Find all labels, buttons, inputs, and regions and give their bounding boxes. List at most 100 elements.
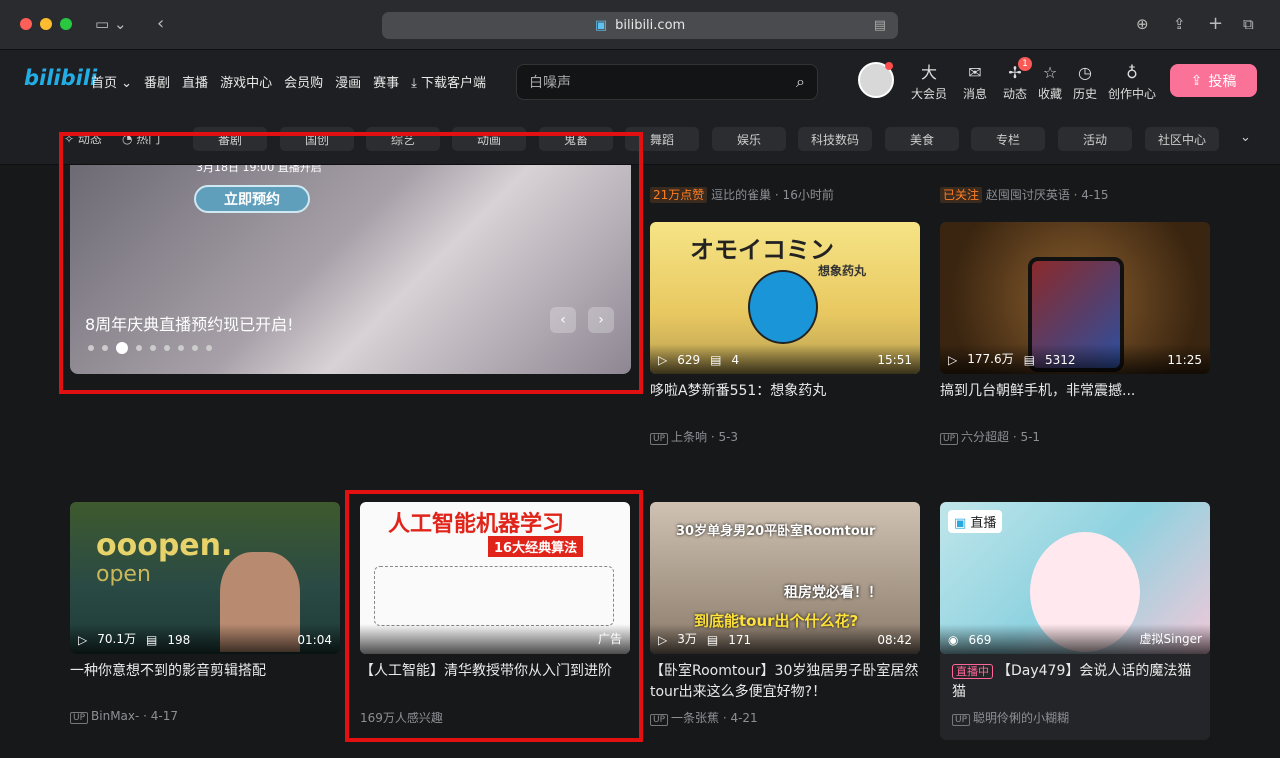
online-indicator bbox=[885, 62, 893, 70]
download-icon[interactable]: ⊕ bbox=[1136, 15, 1149, 33]
expand-categories-icon[interactable]: ⌄ bbox=[1240, 130, 1251, 145]
video-title[interactable]: 一种你意想不到的影音剪辑搭配 bbox=[70, 661, 340, 682]
nav-item[interactable]: 游戏中心 bbox=[220, 72, 272, 91]
sidebar-toggle-icon[interactable]: ▭ ⌄ bbox=[95, 15, 127, 33]
danmaku-count: 5312 bbox=[1044, 353, 1076, 367]
uploader-name: 上条响 · 5-3 bbox=[671, 430, 739, 444]
nav-item[interactable]: 番剧 bbox=[144, 72, 170, 91]
clock-icon: ◷ bbox=[1078, 63, 1092, 82]
nav-item[interactable]: 会员购 bbox=[284, 72, 323, 91]
live-status-badge: 直播中 bbox=[952, 664, 993, 679]
video-card-thumbnail[interactable]: ooopen. open ▷ 70.1万 ▤ 198 01:04 bbox=[70, 502, 340, 654]
upload-label: 投稿 bbox=[1208, 73, 1237, 90]
highlight-box bbox=[59, 132, 643, 394]
view-count: 629 bbox=[677, 353, 701, 367]
followed-tag: 已关注 bbox=[940, 187, 983, 203]
category-item[interactable]: 科技数码 bbox=[798, 127, 872, 151]
toolbar-item-history[interactable]: ◷ 历史 bbox=[1066, 63, 1104, 102]
category-item[interactable]: 娱乐 bbox=[712, 127, 786, 151]
back-icon[interactable]: ‹ bbox=[157, 13, 164, 34]
search-input[interactable]: 白噪声 ⌕ bbox=[516, 64, 818, 100]
toolbar-item-messages[interactable]: ✉ 消息 bbox=[956, 63, 994, 102]
danmaku-icon: ▤ bbox=[706, 633, 719, 647]
duration: 11:25 bbox=[1167, 353, 1202, 367]
viewer-count: 669 bbox=[968, 633, 992, 647]
new-tab-icon[interactable]: + bbox=[1208, 13, 1223, 34]
upload-button[interactable]: ⇪ 投稿 bbox=[1170, 64, 1257, 97]
toolbar-item-vip[interactable]: 大大会员 bbox=[910, 63, 948, 102]
live-category: 虚拟Singer bbox=[1139, 632, 1203, 646]
nav-item[interactable]: 直播 bbox=[182, 72, 208, 91]
video-stats: ◉ 669 虚拟Singer bbox=[940, 624, 1210, 654]
vip-icon: 大 bbox=[920, 63, 937, 82]
message-icon: ✉ bbox=[968, 63, 982, 82]
cover-subtitle: 想象药丸 bbox=[818, 264, 867, 278]
tabs-overview-icon[interactable]: ⧉ bbox=[1243, 15, 1254, 33]
toolbar-label: 动态 bbox=[1002, 87, 1027, 101]
toolbar-label: 收藏 bbox=[1037, 87, 1062, 101]
uploader-name: BinMax- · 4-17 bbox=[91, 709, 179, 723]
play-icon: ▷ bbox=[658, 353, 668, 367]
uploader-info[interactable]: UP 一条张蕉 · 4-21 bbox=[650, 709, 758, 726]
duration: 08:42 bbox=[877, 633, 912, 647]
meta-text: 逗比的雀巢 · 16小时前 bbox=[711, 188, 834, 202]
search-icon[interactable]: ⌕ bbox=[796, 72, 805, 92]
category-item[interactable]: 美食 bbox=[885, 127, 959, 151]
live-title[interactable]: 直播中 【Day479】会说人话的魔法猫猫 bbox=[952, 661, 1202, 703]
video-title[interactable]: 哆啦A梦新番551：想象药丸 bbox=[650, 381, 920, 402]
nav-item-download[interactable]: ⤓ 下载客户端 bbox=[411, 72, 486, 91]
up-icon: UP bbox=[650, 714, 669, 726]
video-stats: ▷ 629 ▤ 4 15:51 bbox=[650, 344, 920, 374]
like-tag: 21万点赞 bbox=[650, 187, 708, 203]
toolbar-item-creator[interactable]: ♁ 创作中心 bbox=[1104, 63, 1160, 102]
video-card-thumbnail[interactable]: オモイコミン 想象药丸 ▷ 629 ▤ 4 15:51 bbox=[650, 222, 920, 374]
uploader-name: 六分超超 · 5-1 bbox=[961, 430, 1041, 444]
address-text: bilibili.com bbox=[615, 18, 686, 33]
cover-title: オモイコミン bbox=[690, 236, 834, 264]
cover-subtitle: 租房党必看！！ bbox=[784, 585, 882, 601]
category-item[interactable]: 专栏 bbox=[971, 127, 1045, 151]
video-title[interactable]: 【卧室Roomtour】30岁独居男子卧室居然tour出来这么多便宜好物?！ bbox=[650, 661, 920, 703]
cover-title: ooopen. bbox=[96, 528, 233, 563]
video-stats: ▷ 177.6万 ▤ 5312 11:25 bbox=[940, 344, 1210, 374]
doraemon-figure bbox=[748, 270, 818, 344]
minimize-window-button[interactable] bbox=[40, 18, 52, 30]
uploader-info[interactable]: UP 聪明伶俐的小糊糊 bbox=[952, 709, 1069, 726]
uploader-info[interactable]: UP 上条响 · 5-3 bbox=[650, 428, 738, 445]
share-icon[interactable]: ⇪ bbox=[1173, 15, 1186, 33]
up-icon: UP bbox=[940, 433, 959, 445]
uploader-name: 一条张蕉 · 4-21 bbox=[671, 711, 758, 725]
up-icon: UP bbox=[70, 712, 89, 724]
play-icon: ▷ bbox=[78, 633, 88, 647]
video-stats: ▷ 3万 ▤ 171 08:42 bbox=[650, 624, 920, 654]
address-bar[interactable]: ▣ bilibili.com ▤ bbox=[382, 12, 898, 39]
zoom-window-button[interactable] bbox=[60, 18, 72, 30]
live-card-thumbnail[interactable]: ▣ 直播 ◉ 669 虚拟Singer bbox=[940, 502, 1210, 654]
nav-item[interactable]: 漫画 bbox=[335, 72, 361, 91]
toolbar-item-favorites[interactable]: ☆ 收藏 bbox=[1031, 63, 1069, 102]
meta-text: 赵囤囤讨厌英语 · 4-15 bbox=[985, 188, 1109, 202]
bilibili-logo[interactable]: bilibili bbox=[24, 66, 97, 90]
uploader-info[interactable]: UP 六分超超 · 5-1 bbox=[940, 428, 1040, 445]
play-icon: ▷ bbox=[658, 633, 668, 647]
close-window-button[interactable] bbox=[20, 18, 32, 30]
notification-badge: 1 bbox=[1018, 57, 1032, 71]
danmaku-count: 171 bbox=[728, 633, 752, 647]
reader-icon[interactable]: ▤ bbox=[874, 18, 886, 33]
main-nav: 首页 ⌄ 番剧 直播 游戏中心 会员购 漫画 赛事 ⤓ 下载客户端 bbox=[91, 72, 486, 91]
category-item[interactable]: 社区中心 bbox=[1145, 127, 1219, 151]
cover-title: 30岁单身男20平卧室Roomtour bbox=[676, 524, 876, 539]
danmaku-icon: ▤ bbox=[1023, 353, 1035, 367]
uploader-info[interactable]: UP BinMax- · 4-17 bbox=[70, 709, 179, 724]
play-icon: ▷ bbox=[948, 353, 958, 367]
video-card-thumbnail[interactable]: 30岁单身男20平卧室Roomtour 租房党必看！！ 到底能tour出个什么花… bbox=[650, 502, 920, 654]
danmaku-count: 198 bbox=[167, 633, 191, 647]
cover-subtitle: open bbox=[96, 562, 151, 587]
nav-item[interactable]: 赛事 bbox=[373, 72, 399, 91]
nav-item[interactable]: 首页 ⌄ bbox=[91, 72, 132, 91]
nav-download-label: 下载客户端 bbox=[421, 76, 487, 91]
video-title[interactable]: 搞到几台朝鲜手机，非常震撼... bbox=[940, 381, 1210, 402]
uploader-name: 聪明伶俐的小糊糊 bbox=[973, 711, 1070, 725]
video-card-thumbnail[interactable]: ▷ 177.6万 ▤ 5312 11:25 bbox=[940, 222, 1210, 374]
category-item[interactable]: 活动 bbox=[1058, 127, 1132, 151]
